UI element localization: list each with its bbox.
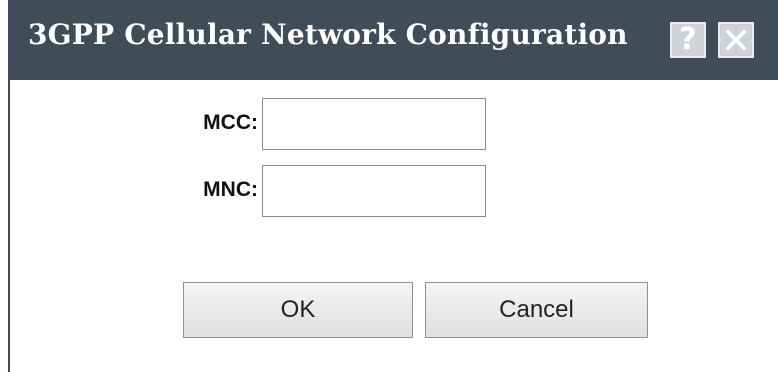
mcc-label: MCC: <box>203 111 258 134</box>
cancel-button[interactable]: Cancel <box>425 282 648 338</box>
mnc-row: MNC: <box>10 165 778 217</box>
close-icon <box>725 29 747 51</box>
help-button[interactable]: ? <box>670 22 706 58</box>
mcc-input[interactable] <box>262 98 486 150</box>
help-icon: ? <box>679 22 697 57</box>
dialog-title: 3GPP Cellular Network Configuration <box>28 18 628 51</box>
mnc-label: MNC: <box>203 178 258 201</box>
ok-button[interactable]: OK <box>183 282 413 338</box>
mcc-row: MCC: <box>10 98 778 150</box>
dialog-titlebar[interactable]: 3GPP Cellular Network Configuration ? <box>10 0 778 80</box>
close-button[interactable] <box>718 22 754 58</box>
mnc-input[interactable] <box>262 165 486 217</box>
dialog-bottom-edge <box>10 366 778 372</box>
network-config-dialog: 3GPP Cellular Network Configuration ? MC… <box>8 0 778 372</box>
